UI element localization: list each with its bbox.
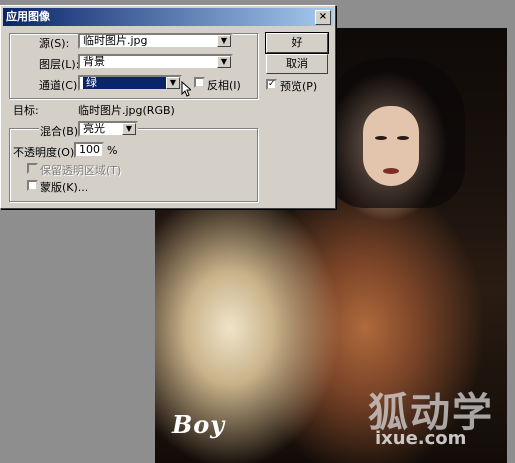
dropdown-arrow-icon: ▼ bbox=[122, 123, 136, 135]
source-value: 临时图片.jpg bbox=[83, 34, 148, 47]
source-label: 源(S): bbox=[39, 37, 70, 50]
preview-label: 预览(P) bbox=[280, 80, 318, 93]
blending-select[interactable]: 亮光 ▼ bbox=[78, 121, 138, 137]
dropdown-arrow-icon: ▼ bbox=[217, 35, 231, 47]
opacity-input[interactable]: 100 bbox=[74, 142, 104, 158]
preserve-transparency-checkbox[interactable] bbox=[27, 163, 38, 174]
dropdown-arrow-icon: ▼ bbox=[217, 56, 231, 68]
photo-lips bbox=[383, 168, 399, 174]
dropdown-arrow-icon: ▼ bbox=[166, 77, 180, 89]
opacity-unit: % bbox=[107, 144, 118, 157]
photo-face bbox=[363, 106, 419, 186]
dialog-titlebar[interactable]: 应用图像 × bbox=[3, 8, 333, 26]
channel-select[interactable]: 绿 ▼ bbox=[78, 75, 182, 91]
target-value: 临时图片.jpg(RGB) bbox=[78, 104, 175, 117]
channel-value: 绿 bbox=[83, 77, 173, 89]
dialog-title: 应用图像 bbox=[6, 10, 50, 23]
invert-label: 反相(I) bbox=[207, 79, 241, 92]
layer-select[interactable]: 背景 ▼ bbox=[78, 54, 233, 70]
target-label: 目标: bbox=[13, 104, 39, 117]
close-button[interactable]: × bbox=[315, 10, 331, 25]
mouse-pointer-icon bbox=[181, 81, 191, 97]
preview-checkbox[interactable]: ✓ bbox=[266, 79, 277, 90]
cancel-button[interactable]: 取消 bbox=[266, 54, 328, 74]
photo-eye-left bbox=[375, 136, 387, 140]
watermark-boy: Boy bbox=[172, 410, 226, 439]
opacity-label: 不透明度(O): bbox=[13, 146, 78, 159]
source-select[interactable]: 临时图片.jpg ▼ bbox=[78, 33, 233, 49]
blending-value: 亮光 bbox=[83, 122, 105, 135]
photo-eye-right bbox=[397, 136, 409, 140]
mask-checkbox[interactable] bbox=[27, 180, 38, 191]
channel-label: 通道(C): bbox=[39, 79, 81, 92]
layer-value: 背景 bbox=[83, 55, 105, 68]
blending-label: 混合(B): bbox=[39, 123, 83, 139]
ok-button[interactable]: 好 bbox=[265, 32, 329, 54]
preserve-transparency-label: 保留透明区域(T) bbox=[40, 164, 122, 177]
mask-label: 蒙版(K)... bbox=[40, 181, 89, 194]
close-icon: × bbox=[318, 11, 328, 22]
invert-checkbox[interactable] bbox=[194, 77, 205, 88]
apply-image-dialog: 应用图像 × 源(S): 临时图片.jpg ▼ 图层(L): 背景 ▼ 通道(C… bbox=[0, 5, 336, 209]
checkmark-icon: ✓ bbox=[268, 79, 276, 89]
watermark-url: ixue.com bbox=[375, 428, 467, 449]
layer-label: 图层(L): bbox=[39, 58, 80, 71]
